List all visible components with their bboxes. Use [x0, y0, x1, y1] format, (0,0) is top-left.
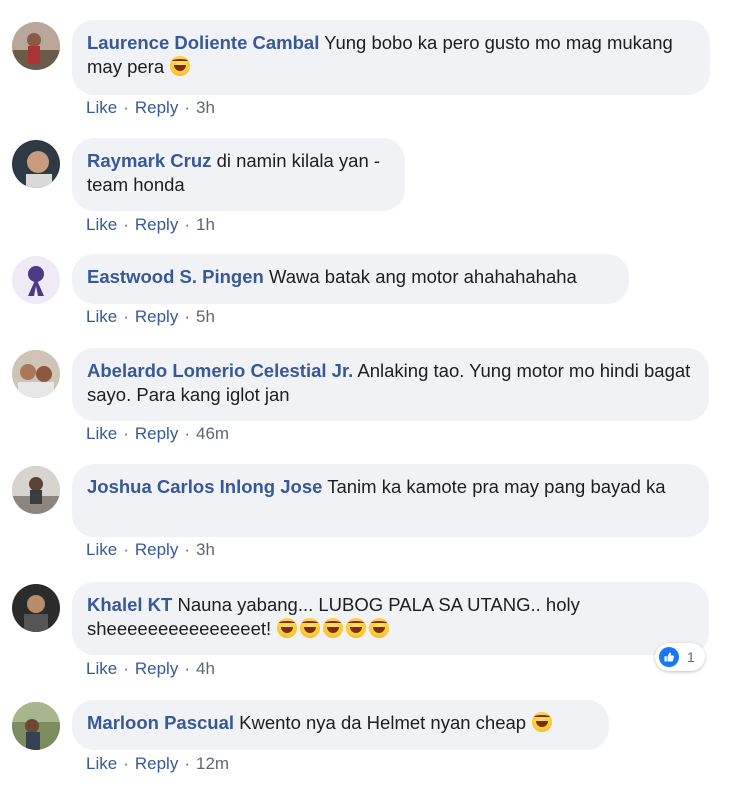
comment-actions: Like · Reply · 1h: [86, 215, 215, 235]
like-reaction-icon: [659, 647, 679, 667]
like-link[interactable]: Like: [86, 215, 117, 234]
reply-link[interactable]: Reply: [135, 307, 178, 326]
reaction-summary[interactable]: 1: [655, 643, 705, 671]
separator: ·: [123, 215, 129, 234]
separator: ·: [184, 540, 190, 559]
comment-author[interactable]: Marloon Pascual: [87, 712, 234, 733]
comment-timestamp[interactable]: 3h: [196, 98, 215, 117]
separator: ·: [184, 307, 190, 326]
separator: ·: [123, 540, 129, 559]
avatar[interactable]: [12, 584, 60, 632]
avatar[interactable]: [12, 350, 60, 398]
reply-link[interactable]: Reply: [135, 98, 178, 117]
reply-link[interactable]: Reply: [135, 659, 178, 678]
comment-timestamp[interactable]: 1h: [196, 215, 215, 234]
avatar[interactable]: [12, 140, 60, 188]
like-link[interactable]: Like: [86, 754, 117, 773]
like-link[interactable]: Like: [86, 424, 117, 443]
reply-link[interactable]: Reply: [135, 215, 178, 234]
avatar[interactable]: [12, 466, 60, 514]
avatar[interactable]: [12, 702, 60, 750]
comment-bubble: Abelardo Lomerio Celestial Jr. Anlaking …: [72, 348, 709, 421]
like-link[interactable]: Like: [86, 540, 117, 559]
rolling-on-floor-laughing-icon: [170, 56, 191, 76]
tears-of-joy-icon: [532, 712, 553, 732]
separator: ·: [123, 307, 129, 326]
comment-timestamp[interactable]: 12m: [196, 754, 229, 773]
rolling-on-floor-laughing-icon: [346, 618, 367, 638]
rolling-on-floor-laughing-icon: [323, 618, 344, 638]
rolling-on-floor-laughing-icon: [277, 618, 298, 638]
comment-timestamp[interactable]: 46m: [196, 424, 229, 443]
comment-author[interactable]: Raymark Cruz: [87, 150, 211, 171]
separator: ·: [184, 98, 190, 117]
separator: ·: [184, 424, 190, 443]
comment-timestamp[interactable]: 5h: [196, 307, 215, 326]
separator: ·: [123, 659, 129, 678]
reaction-count: 1: [687, 649, 695, 665]
comment-actions: Like · Reply · 46m: [86, 424, 229, 444]
comment-timestamp[interactable]: 4h: [196, 659, 215, 678]
comment-actions: Like · Reply · 3h: [86, 540, 215, 560]
comment-bubble: Laurence Doliente Cambal Yung bobo ka pe…: [72, 20, 710, 95]
rolling-on-floor-laughing-icon: [300, 618, 321, 638]
comment-bubble: Eastwood S. Pingen Wawa batak ang motor …: [72, 254, 629, 304]
separator: ·: [184, 659, 190, 678]
avatar[interactable]: [12, 256, 60, 304]
separator: ·: [184, 754, 190, 773]
comment-author[interactable]: Eastwood S. Pingen: [87, 266, 264, 287]
comment-author[interactable]: Abelardo Lomerio Celestial Jr.: [87, 360, 353, 381]
rolling-on-floor-laughing-icon: [369, 618, 390, 638]
comment-bubble: Raymark Cruz di namin kilala yan - team …: [72, 138, 405, 211]
avatar[interactable]: [12, 22, 60, 70]
reply-link[interactable]: Reply: [135, 424, 178, 443]
comment-actions: Like · Reply · 5h: [86, 307, 215, 327]
comment-text: Kwento nya da Helmet nyan cheap: [239, 712, 527, 733]
like-link[interactable]: Like: [86, 659, 117, 678]
comment-bubble: Marloon Pascual Kwento nya da Helmet nya…: [72, 700, 609, 750]
comment-actions: Like · Reply · 3h: [86, 98, 215, 118]
separator: ·: [123, 424, 129, 443]
like-link[interactable]: Like: [86, 307, 117, 326]
comment-author[interactable]: Laurence Doliente Cambal: [87, 32, 319, 53]
separator: ·: [184, 215, 190, 234]
comment-text: Wawa batak ang motor ahahahahaha: [268, 266, 577, 287]
comment-bubble: Khalel KT Nauna yabang... LUBOG PALA SA …: [72, 582, 709, 655]
comment-bubble: Joshua Carlos Inlong Jose Tanim ka kamot…: [72, 464, 709, 537]
comment-author[interactable]: Khalel KT: [87, 594, 172, 615]
reply-link[interactable]: Reply: [135, 754, 178, 773]
comment-author[interactable]: Joshua Carlos Inlong Jose: [87, 476, 322, 497]
like-link[interactable]: Like: [86, 98, 117, 117]
separator: ·: [123, 98, 129, 117]
comment-timestamp[interactable]: 3h: [196, 540, 215, 559]
reply-link[interactable]: Reply: [135, 540, 178, 559]
comment-text: Tanim ka kamote pra may pang bayad ka: [327, 476, 666, 497]
comment-actions: Like · Reply · 12m: [86, 754, 229, 774]
separator: ·: [123, 754, 129, 773]
comment-actions: Like · Reply · 4h: [86, 659, 215, 679]
